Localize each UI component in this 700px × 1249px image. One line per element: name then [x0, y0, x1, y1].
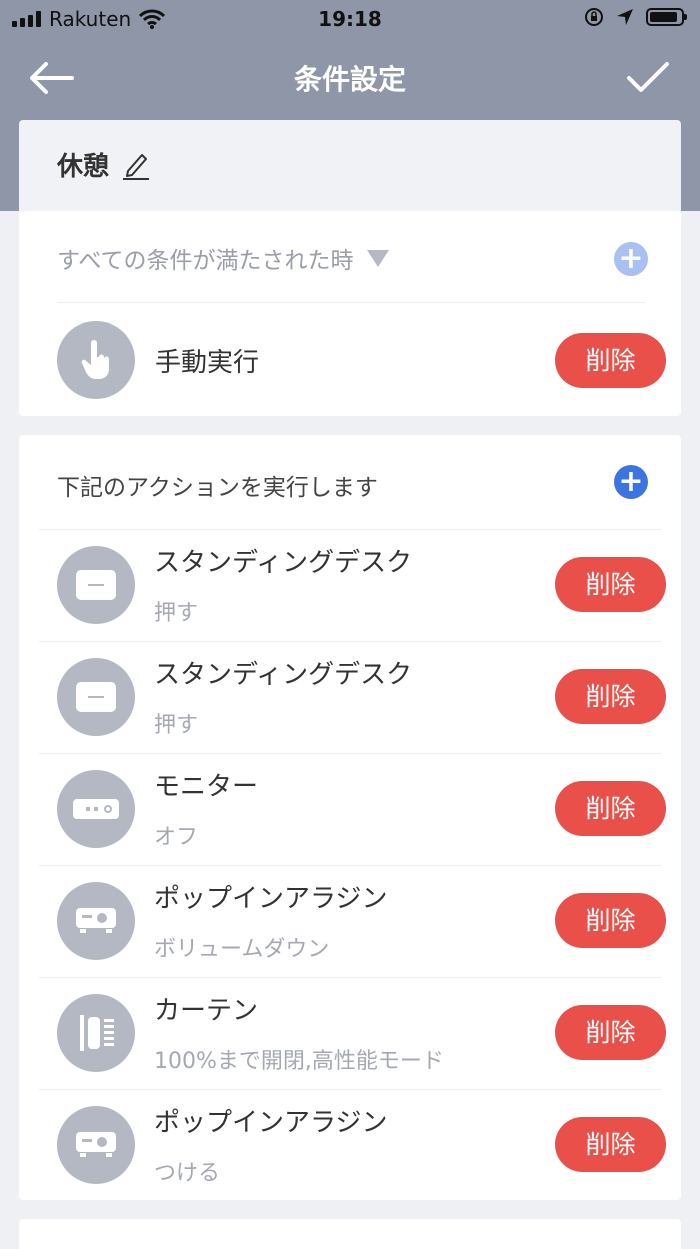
- divider: [57, 302, 645, 303]
- status-bar: Rakuten 19:18: [0, 0, 700, 40]
- action-subtitle: つける: [154, 1161, 221, 1186]
- bot-icon: [57, 658, 135, 736]
- status-right-icons: [584, 7, 687, 27]
- bot-icon: [57, 546, 135, 624]
- remote-icon: [57, 770, 135, 848]
- delete-action-button[interactable]: 削除: [555, 1117, 666, 1172]
- scene-name-row[interactable]: 休憩: [57, 146, 151, 183]
- page-title: 条件設定: [293, 63, 406, 96]
- scene-name: 休憩: [57, 152, 110, 182]
- rotation-lock-icon: [585, 8, 603, 26]
- delete-action-button[interactable]: 削除: [555, 893, 666, 948]
- divider: [39, 641, 661, 642]
- action-subtitle: ボリュームダウン: [154, 937, 330, 962]
- projector-icon: [57, 1106, 135, 1184]
- divider: [39, 865, 661, 866]
- action-title: スタンディングデスク: [154, 548, 413, 578]
- action-subtitle: 100%まで開閉,高性能モード: [154, 1049, 444, 1074]
- condition-mode-label: すべての条件が満たされた時: [57, 248, 354, 274]
- action-subtitle: 押す: [154, 713, 199, 738]
- delete-action-button[interactable]: 削除: [555, 781, 666, 836]
- action-subtitle: オフ: [154, 825, 199, 850]
- delete-action-button[interactable]: 削除: [555, 557, 666, 612]
- divider: [39, 1089, 661, 1090]
- checkmark-icon[interactable]: [626, 58, 670, 98]
- add-condition-button[interactable]: +: [614, 242, 648, 276]
- curtain-icon: [57, 994, 135, 1072]
- action-title: ポップインアラジン: [154, 1108, 388, 1138]
- action-title: モニター: [154, 772, 259, 802]
- divider: [39, 977, 661, 978]
- delete-condition-button[interactable]: 削除: [555, 333, 666, 388]
- actions-card: 下記のアクションを実行します + スタンディングデスク 押す 削除 スタンディン…: [19, 435, 681, 1200]
- dropdown-triangle-icon: [367, 249, 390, 267]
- delete-action-button[interactable]: 削除: [555, 1005, 666, 1060]
- location-icon: [617, 9, 633, 25]
- condition-mode-selector[interactable]: すべての条件が満たされた時: [57, 241, 390, 275]
- actions-header: 下記のアクションを実行します: [57, 475, 378, 501]
- condition-title: 手動実行: [155, 348, 260, 378]
- action-title: スタンディングデスク: [154, 660, 413, 690]
- add-action-button[interactable]: +: [614, 465, 648, 499]
- edit-pencil-icon[interactable]: [121, 149, 151, 181]
- action-title: カーテン: [154, 996, 259, 1026]
- action-subtitle: 押す: [154, 601, 199, 626]
- projector-icon: [57, 882, 135, 960]
- conditions-card: すべての条件が満たされた時 + 手動実行 削除: [19, 211, 681, 416]
- battery-icon: [646, 8, 687, 26]
- hand-tap-icon: [57, 321, 135, 399]
- delete-action-button[interactable]: 削除: [555, 669, 666, 724]
- action-title: ポップインアラジン: [154, 884, 388, 914]
- divider: [39, 529, 661, 530]
- divider: [39, 753, 661, 754]
- navigation-bar: 条件設定: [0, 40, 700, 116]
- scene-name-card: 休憩: [19, 120, 681, 211]
